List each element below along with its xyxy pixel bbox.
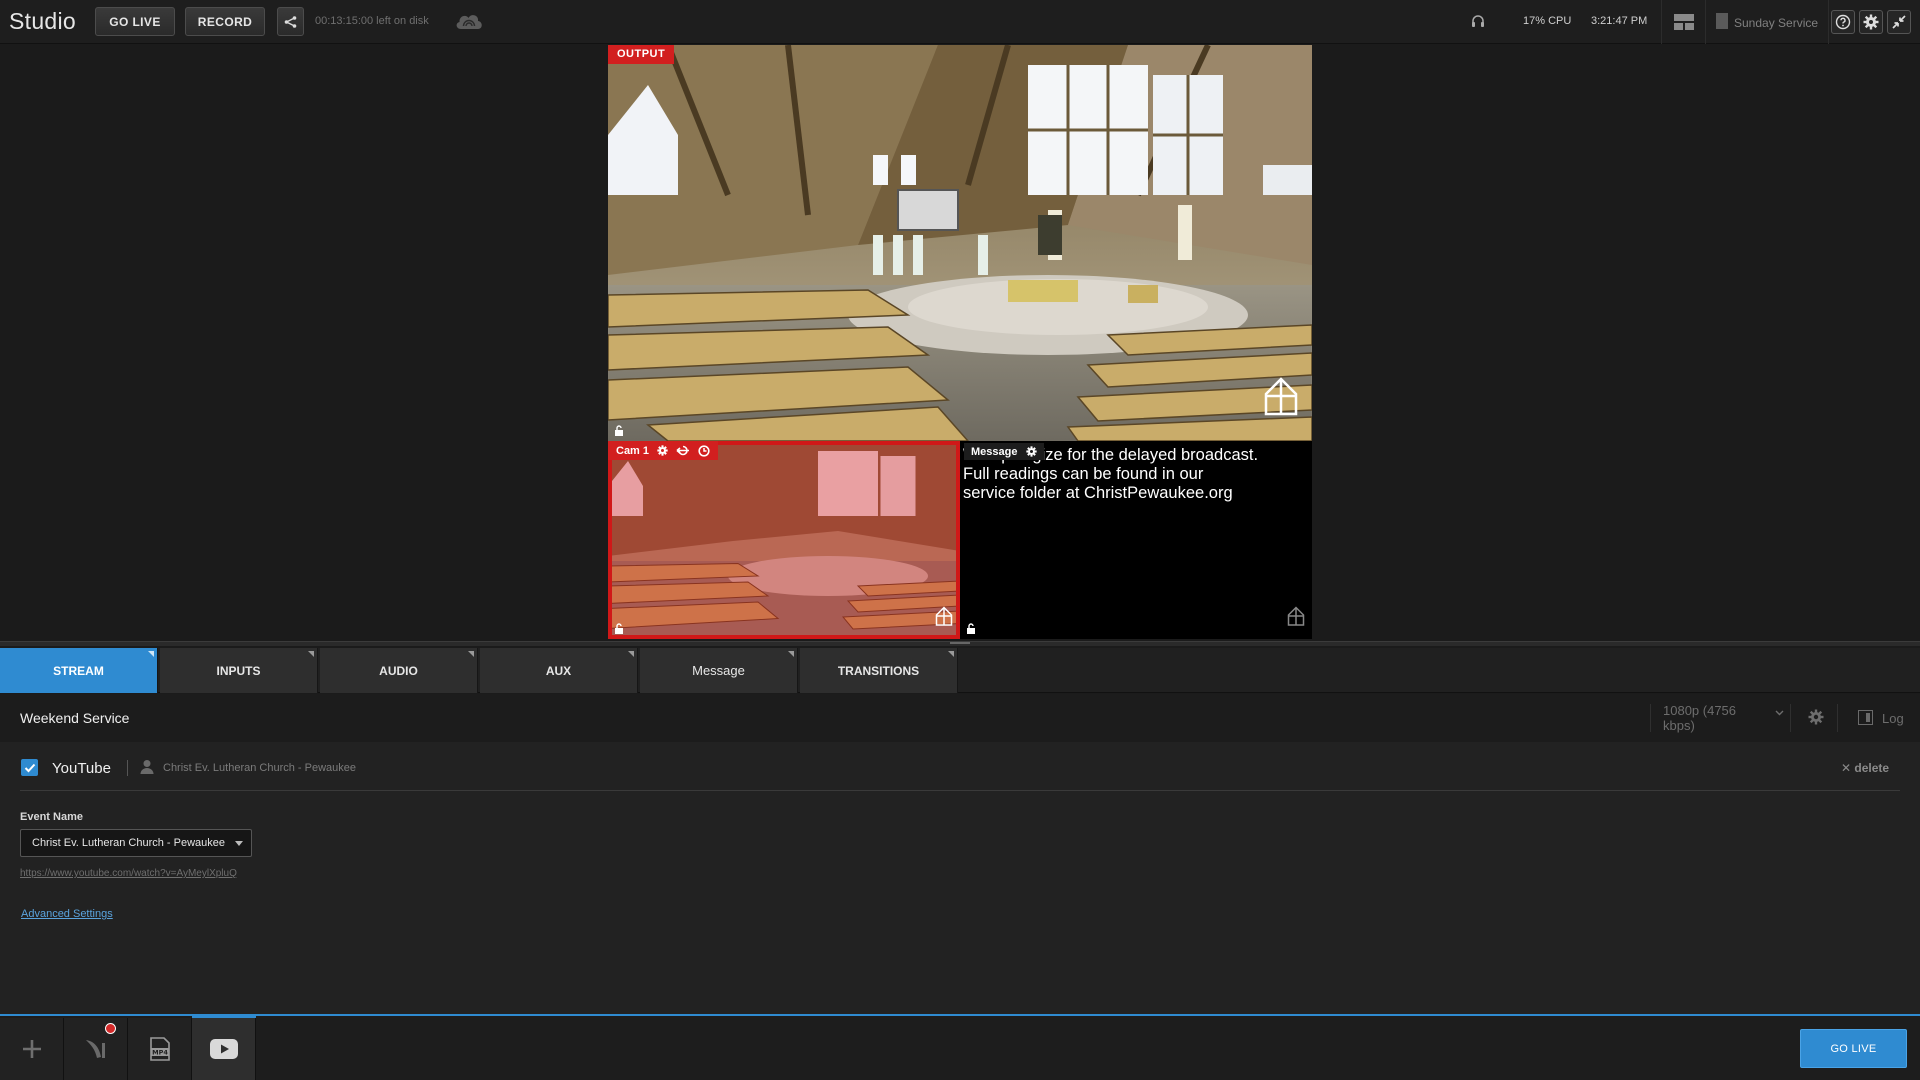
source-name: Cam 1 bbox=[616, 444, 650, 457]
close-icon: ✕ bbox=[1841, 761, 1852, 775]
gear-icon[interactable] bbox=[657, 445, 668, 456]
lock-icon[interactable] bbox=[966, 623, 976, 634]
destination-account: Christ Ev. Lutheran Church - Pewaukee bbox=[163, 762, 356, 774]
panel-tabs: STREAM INPUTS AUDIO AUX Message TRANSITI… bbox=[0, 648, 1920, 693]
delete-destination-button[interactable]: ✕ delete bbox=[1841, 761, 1889, 775]
go-live-button[interactable]: GO LIVE bbox=[95, 7, 175, 36]
account-icon bbox=[140, 760, 154, 774]
source-name: Message bbox=[971, 445, 1018, 458]
toolbar-divider bbox=[1661, 0, 1662, 44]
source-message-preview[interactable]: We apologize for the delayed broadcast. … bbox=[960, 441, 1312, 639]
go-live-main-button[interactable]: GO LIVE bbox=[1800, 1029, 1907, 1068]
share-button[interactable] bbox=[277, 7, 304, 36]
document-icon bbox=[1716, 13, 1728, 29]
log-panel-icon[interactable] bbox=[1858, 710, 1873, 725]
collapse-button[interactable] bbox=[1887, 10, 1911, 34]
svg-text:MP4: MP4 bbox=[152, 1049, 168, 1057]
record-destination-button[interactable]: MP4 bbox=[128, 1018, 192, 1080]
destination-separator bbox=[20, 790, 1900, 791]
mp4-icon: MP4 bbox=[149, 1037, 170, 1061]
advanced-settings-link[interactable]: Advanced Settings bbox=[21, 908, 113, 920]
top-toolbar: Studio GO LIVE RECORD 00:13:15:00 left o… bbox=[0, 0, 1920, 44]
gear-icon[interactable] bbox=[1026, 446, 1038, 457]
replay-icon[interactable] bbox=[676, 445, 690, 456]
event-url-link[interactable]: https://www.youtube.com/watch?v=AyMeylXp… bbox=[20, 868, 237, 879]
help-button[interactable] bbox=[1831, 10, 1855, 34]
stream-panel: Weekend Service 1080p (4756 kbps) Log Yo… bbox=[0, 694, 1920, 1014]
timer-icon[interactable] bbox=[698, 444, 710, 457]
header-divider bbox=[1790, 704, 1791, 732]
youtube-icon bbox=[209, 1039, 238, 1059]
delete-label: delete bbox=[1854, 761, 1890, 775]
output-destinations-bar: MP4 bbox=[0, 1014, 1920, 1080]
tab-audio[interactable]: AUDIO bbox=[320, 648, 478, 693]
gear-icon[interactable] bbox=[1808, 709, 1824, 725]
collapse-icon bbox=[1892, 15, 1906, 29]
cloud-icon[interactable] bbox=[453, 10, 485, 32]
source-message-toolbar: Message bbox=[964, 443, 1045, 460]
app-title: Studio bbox=[9, 8, 77, 34]
tab-inputs[interactable]: INPUTS bbox=[160, 648, 318, 693]
studio-app: Studio GO LIVE RECORD 00:13:15:00 left o… bbox=[0, 0, 1920, 1080]
gear-icon bbox=[1863, 14, 1879, 30]
event-name-value: Christ Ev. Lutheran Church - Pewaukee bbox=[32, 837, 225, 849]
resize-grip[interactable] bbox=[950, 642, 970, 644]
program-output-preview[interactable] bbox=[608, 45, 1312, 441]
source-cam1-toolbar: Cam 1 bbox=[608, 441, 719, 460]
add-icon bbox=[22, 1040, 41, 1058]
record-button[interactable]: RECORD bbox=[185, 7, 265, 36]
selected-source-highlight bbox=[608, 441, 960, 639]
layout-icon[interactable] bbox=[1673, 12, 1695, 32]
headphones-icon[interactable] bbox=[1470, 13, 1486, 29]
overlay-anchor-icon bbox=[1264, 377, 1298, 416]
tab-transitions[interactable]: TRANSITIONS bbox=[800, 648, 958, 693]
stream-panel-header: Weekend Service 1080p (4756 kbps) Log bbox=[0, 694, 1920, 742]
add-destination-button[interactable] bbox=[0, 1018, 64, 1080]
destination-name: YouTube bbox=[52, 760, 111, 777]
disk-space-status: 00:13:15:00 left on disk bbox=[315, 15, 429, 27]
quality-select[interactable]: 1080p (4756 kbps) bbox=[1650, 703, 1767, 733]
chevron-down-icon bbox=[235, 841, 243, 846]
header-divider bbox=[1837, 704, 1838, 732]
event-name-select[interactable]: Christ Ev. Lutheran Church - Pewaukee bbox=[20, 829, 252, 857]
cpu-usage: 17% CPU bbox=[1523, 15, 1572, 27]
event-name-label: Event Name bbox=[20, 811, 83, 823]
broadcast-title[interactable]: Weekend Service bbox=[20, 710, 129, 726]
output-label: OUTPUT bbox=[608, 45, 675, 64]
youtube-destination-button[interactable] bbox=[192, 1014, 256, 1080]
youtube-enabled-checkbox[interactable] bbox=[21, 759, 38, 776]
log-button[interactable]: Log bbox=[1882, 711, 1904, 726]
clock: 3:21:47 PM bbox=[1591, 15, 1648, 27]
overlay-anchor-icon bbox=[935, 606, 953, 626]
checkmark-icon bbox=[24, 763, 35, 772]
project-name[interactable]: Sunday Service bbox=[1734, 16, 1818, 30]
overlay-anchor-icon bbox=[1287, 606, 1305, 626]
church-interior-image bbox=[608, 45, 1312, 441]
feather-icon bbox=[85, 1040, 105, 1058]
error-badge bbox=[105, 1023, 116, 1034]
destination-divider bbox=[127, 760, 128, 776]
settings-button[interactable] bbox=[1859, 10, 1883, 34]
tab-stream[interactable]: STREAM bbox=[0, 648, 158, 693]
tab-aux[interactable]: AUX bbox=[480, 648, 638, 693]
tab-message[interactable]: Message bbox=[640, 648, 798, 693]
toolbar-divider bbox=[1705, 0, 1706, 44]
help-icon bbox=[1835, 14, 1851, 30]
lock-icon[interactable] bbox=[614, 425, 624, 436]
stream-destination-button[interactable] bbox=[64, 1018, 128, 1080]
chevron-down-icon bbox=[1775, 710, 1784, 716]
lock-icon[interactable] bbox=[614, 623, 624, 634]
share-icon bbox=[284, 15, 297, 28]
toolbar-divider bbox=[1828, 0, 1829, 44]
